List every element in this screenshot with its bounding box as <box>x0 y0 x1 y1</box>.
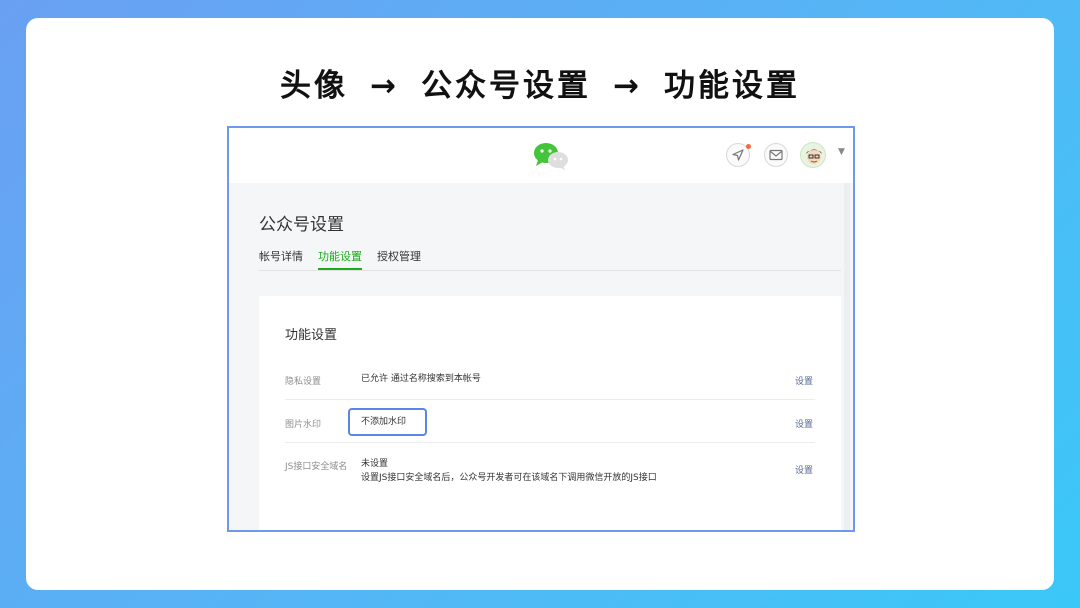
avatar-icon <box>806 149 822 164</box>
screenshot-frame: ▼ 公众号设置 帐号详情 功能设置 授权管理 功能设置 隐私设置 已允许 通过名… <box>227 126 855 532</box>
arrow-icon: → <box>370 68 399 104</box>
privacy-value: 已允许 通过名称搜索到本帐号 <box>361 374 481 384</box>
mail-icon <box>769 149 783 161</box>
privacy-label: 隐私设置 <box>285 377 322 387</box>
panel-title: 功能设置 <box>285 328 338 343</box>
tab-feature-settings[interactable]: 功能设置 <box>318 248 362 264</box>
tab-authorization[interactable]: 授权管理 <box>377 248 421 264</box>
js-domain-settings-link[interactable]: 设置 <box>795 463 813 476</box>
step-2-text: 公众号设置 <box>421 68 591 104</box>
wechat-logo-icon[interactable] <box>532 141 570 171</box>
tab-bar: 帐号详情 功能设置 授权管理 <box>259 248 841 271</box>
page-title: 公众号设置 <box>259 215 344 235</box>
active-tab-indicator <box>318 268 362 270</box>
top-bar: ▼ <box>229 128 853 183</box>
location-arrow-icon <box>732 149 744 161</box>
arrow-icon: → <box>613 68 642 104</box>
js-domain-value: 未设置 <box>361 459 389 469</box>
tab-account-details[interactable]: 帐号详情 <box>259 248 303 264</box>
privacy-settings-link[interactable]: 设置 <box>795 374 813 387</box>
watermark-settings-link[interactable]: 设置 <box>795 417 813 430</box>
notification-badge <box>746 144 751 149</box>
watermark-label: 图片水印 <box>285 420 322 430</box>
js-domain-description: 设置JS接口安全域名后，公众号开发者可在该域名下调用微信开放的JS接口 <box>361 473 657 483</box>
highlight-box <box>348 408 427 436</box>
step-1-text: 头像 <box>280 68 349 104</box>
js-domain-label: JS接口安全域名 <box>285 462 348 472</box>
feature-settings-panel: 功能设置 隐私设置 已允许 通过名称搜索到本帐号 设置 图片水印 不添加水印 设… <box>259 296 841 530</box>
chevron-down-icon[interactable]: ▼ <box>838 147 845 157</box>
avatar[interactable] <box>800 142 826 168</box>
divider <box>285 399 815 400</box>
divider <box>285 442 815 443</box>
steps-headline: 头像 → 公众号设置 → 功能设置 <box>0 60 1080 105</box>
step-3-text: 功能设置 <box>663 68 800 104</box>
message-button[interactable] <box>764 143 788 167</box>
scrollbar[interactable] <box>844 183 850 530</box>
